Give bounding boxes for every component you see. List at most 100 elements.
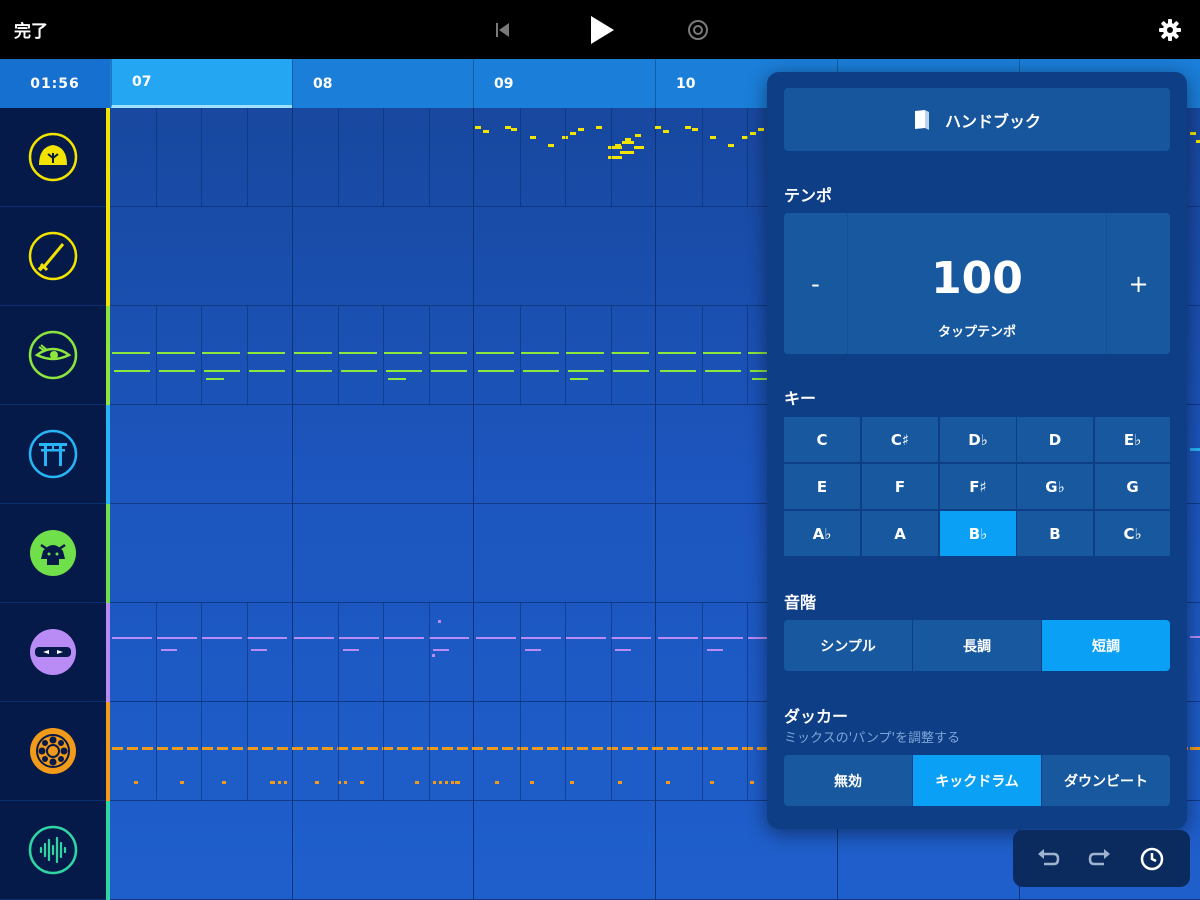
note [433,781,436,784]
ducker-off-button[interactable]: 無効 [784,755,912,806]
track-header-2[interactable] [0,207,106,306]
beat-divider [429,108,430,207]
note [457,747,468,750]
key-button[interactable]: A♭ [784,511,860,556]
note [710,781,714,784]
undo-button[interactable] [1033,844,1063,874]
beat-divider [338,702,339,801]
redo-icon [1088,849,1110,866]
beat-divider [747,306,748,405]
key-button[interactable]: F♯ [940,464,1016,509]
note [384,637,424,639]
history-button[interactable] [1137,844,1167,874]
undo-icon [1038,849,1060,866]
note [750,781,754,784]
key-button[interactable]: E [784,464,860,509]
note [578,128,584,131]
note [525,649,541,651]
note [658,352,696,354]
key-button[interactable]: A [862,511,938,556]
beat-divider [702,603,703,702]
beat-divider [201,702,202,801]
track-header-8[interactable] [0,801,106,900]
key-button[interactable]: C♭ [1095,511,1170,556]
scale-selector: シンプル 長調 短調 [784,620,1170,671]
key-button[interactable]: B [1017,511,1093,556]
key-button[interactable]: F [862,464,938,509]
key-button[interactable]: D♭ [940,417,1016,462]
bar-marker-09[interactable]: 09 [473,59,655,108]
tap-tempo-label: タップテンポ [937,325,1016,340]
ducker-kick-button[interactable]: キックドラム [913,755,1041,806]
handbook-button[interactable]: ハンドブック [784,88,1170,151]
ducker-downbeat-button[interactable]: ダウンビート [1042,755,1170,806]
note [247,747,258,750]
note [478,370,514,372]
beat-divider [565,108,566,207]
beat-divider [565,603,566,702]
tempo-title: テンポ [784,186,833,205]
key-button[interactable]: C [784,417,860,462]
note [705,370,741,372]
key-button[interactable]: E♭ [1095,417,1170,462]
settings-button[interactable] [1150,10,1190,50]
beat-divider [201,306,202,405]
tempo-increase-button[interactable]: + [1107,213,1170,354]
note [568,370,604,372]
track-header-3[interactable] [0,306,106,405]
track-header-5[interactable] [0,504,106,603]
bar-divider [655,108,656,900]
scale-minor-button[interactable]: 短調 [1042,620,1170,671]
play-button[interactable] [582,10,622,50]
note [566,352,604,354]
beat-divider [747,108,748,207]
key-button-selected[interactable]: B♭ [940,511,1016,556]
key-button[interactable]: D [1017,417,1093,462]
note [548,144,554,147]
note [112,352,150,354]
note [611,637,651,639]
track-list [0,108,106,900]
note [322,747,333,750]
note [613,370,649,372]
beat-divider [611,702,612,801]
track-header-4[interactable] [0,405,106,504]
leaf-dome-icon [28,132,78,182]
beat-divider [520,306,521,405]
bar-marker-08[interactable]: 08 [292,59,473,108]
key-button[interactable]: G♭ [1017,464,1093,509]
beat-divider [702,108,703,207]
beat-divider [201,108,202,207]
key-button[interactable]: C♯ [862,417,938,462]
katana-icon [28,231,78,281]
bar-divider [473,108,474,900]
tap-tempo-button[interactable]: 100 タップテンポ [848,213,1106,354]
note [112,747,123,750]
bar-divider [292,108,293,900]
track-header-1[interactable] [0,108,106,207]
note [429,352,467,354]
note [161,649,177,651]
note [386,370,422,372]
tempo-decrease-button[interactable]: - [784,213,847,354]
tempo-control: - 100 タップテンポ + [784,213,1170,354]
rewind-button[interactable] [483,10,523,50]
track-header-6[interactable] [0,603,106,702]
note [142,747,153,750]
beat-divider [338,306,339,405]
note [278,781,281,784]
beat-divider [611,108,612,207]
note [658,637,698,639]
done-button[interactable]: 完了 [14,17,48,42]
scale-simple-button[interactable]: シンプル [784,620,912,671]
track-header-7[interactable] [0,702,106,801]
key-button[interactable]: G [1095,464,1170,509]
scale-major-button[interactable]: 長調 [913,620,1041,671]
bar-marker-07[interactable]: 07 [111,59,292,108]
record-button[interactable] [678,10,718,50]
redo-button[interactable] [1085,844,1115,874]
beat-divider [383,108,384,207]
note [596,126,602,129]
note [570,378,588,380]
note [660,370,696,372]
